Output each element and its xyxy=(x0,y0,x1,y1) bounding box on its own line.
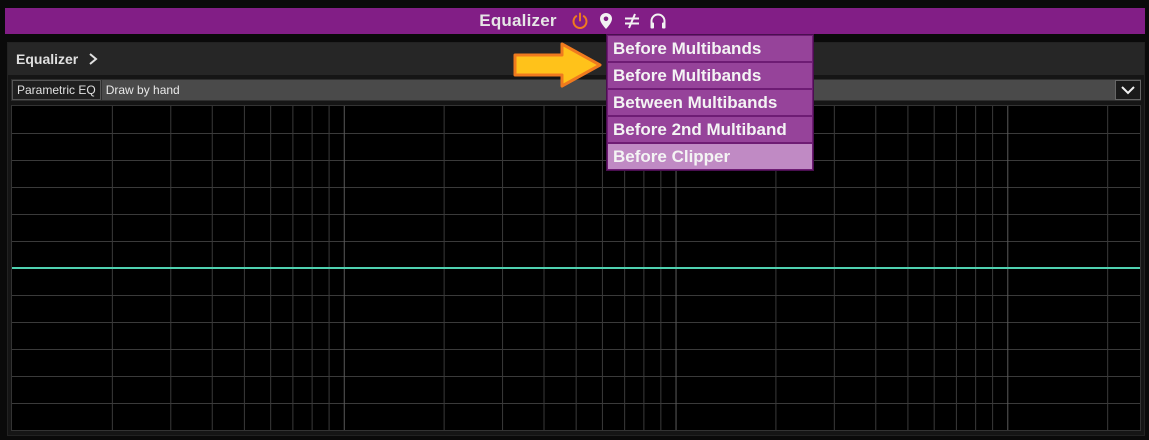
menu-item-before-clipper[interactable]: Before Clipper xyxy=(608,144,812,169)
power-icon[interactable] xyxy=(570,11,590,31)
headphones-icon[interactable] xyxy=(648,11,668,31)
mode-select-value: Draw by hand xyxy=(105,83,180,97)
parametric-eq-button[interactable]: Parametric EQ xyxy=(12,80,101,100)
menu-item-before-multibands-2[interactable]: Before Multibands xyxy=(608,63,812,88)
title-text: Equalizer xyxy=(479,11,557,30)
location-pin-icon[interactable] xyxy=(596,11,616,31)
eq-graph[interactable] xyxy=(11,105,1141,431)
equalizer-panel: Equalizer Parametric EQ Draw by hand xyxy=(7,42,1145,436)
arrow-right-icon xyxy=(513,42,602,88)
chevron-right-icon[interactable] xyxy=(88,52,100,66)
eq-graph-canvas xyxy=(12,106,1140,430)
title-bar: Equalizer xyxy=(5,8,1145,34)
panel-header-label: Equalizer xyxy=(16,51,79,67)
chevron-down-icon[interactable] xyxy=(1115,80,1141,100)
not-equal-icon[interactable] xyxy=(622,11,642,31)
menu-item-before-multibands[interactable]: Before Multibands xyxy=(608,36,812,61)
menu-item-before-2nd-multiband[interactable]: Before 2nd Multiband xyxy=(608,117,812,142)
equalizer-window: Equalizer Equalizer Parametric EQ Draw b… xyxy=(0,0,1149,440)
menu-item-between-multibands[interactable]: Between Multibands xyxy=(608,90,812,115)
position-dropdown-menu: Before Multibands Before Multibands Betw… xyxy=(606,34,814,171)
